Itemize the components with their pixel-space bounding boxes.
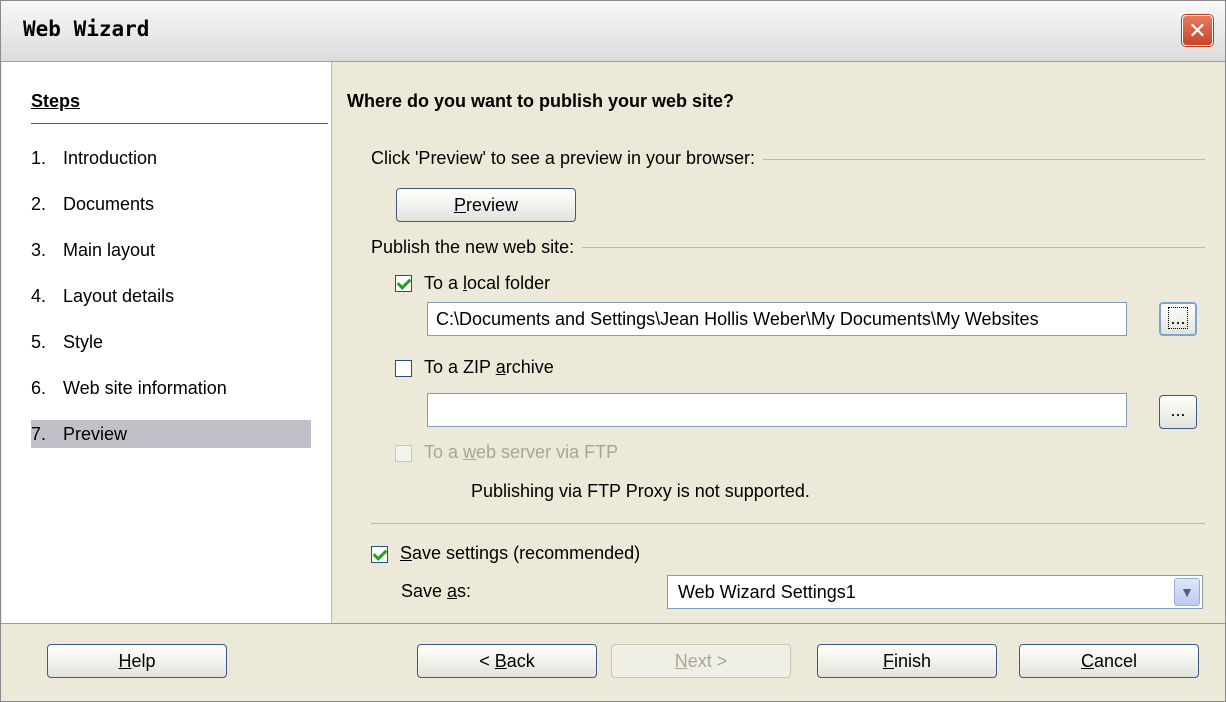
step-main-layout[interactable]: 3. Main layout: [31, 236, 311, 264]
step-number: 4.: [31, 286, 47, 306]
preview-button[interactable]: Preview: [396, 188, 576, 222]
step-number: 1.: [31, 148, 47, 168]
save-as-label: Save as:: [401, 581, 472, 601]
cancel-button[interactable]: Cancel: [1019, 644, 1199, 678]
step-label: Documents: [63, 194, 155, 214]
back-button[interactable]: < Back: [417, 644, 597, 678]
step-preview[interactable]: 7. Preview: [31, 420, 311, 448]
help-button[interactable]: Help: [47, 644, 227, 678]
ftp-label: To a web server via FTP: [424, 442, 619, 462]
step-label: Main layout: [63, 240, 156, 260]
zip-archive-browse-button[interactable]: ...: [1159, 395, 1197, 429]
close-icon[interactable]: ✕: [1182, 15, 1213, 46]
save-settings-checkbox[interactable]: [371, 546, 388, 563]
ftp-checkbox[interactable]: [395, 445, 412, 462]
local-folder-browse-button[interactable]: ...: [1159, 302, 1197, 336]
zip-archive-checkbox[interactable]: [395, 360, 412, 377]
step-label: Introduction: [63, 148, 158, 168]
save-as-value: Web Wizard Settings1: [678, 582, 856, 602]
save-settings-divider: [371, 523, 1205, 524]
step-number: 3.: [31, 240, 47, 260]
browse-label: ...: [1168, 307, 1188, 329]
save-as-select[interactable]: Web Wizard Settings1 ▼: [667, 575, 1203, 609]
step-label: Style: [63, 332, 104, 352]
step-introduction[interactable]: 1. Introduction: [31, 144, 311, 172]
step-number: 2.: [31, 194, 47, 214]
ftp-note: Publishing via FTP Proxy is not supporte…: [471, 481, 810, 501]
local-folder-path-input[interactable]: C:\Documents and Settings\Jean Hollis We…: [427, 302, 1127, 336]
step-web-site-information[interactable]: 6. Web site information: [31, 374, 311, 402]
step-label: Preview: [63, 424, 128, 444]
step-style[interactable]: 5. Style: [31, 328, 311, 356]
window-title: Web Wizard: [23, 17, 150, 41]
page-title: Where do you want to publish your web si…: [347, 91, 735, 111]
step-label: Web site information: [63, 378, 227, 398]
title-bar: Web Wizard ✕: [1, 1, 1225, 62]
next-button[interactable]: Next >: [611, 644, 791, 678]
step-number: 7.: [31, 424, 47, 444]
steps-title: Steps: [31, 91, 81, 111]
step-label: Layout details: [63, 286, 175, 306]
web-wizard-window: Web Wizard ✕ Steps 1. Introduction 2. Docu…: [0, 0, 1226, 702]
footer-divider: [1, 623, 1225, 624]
local-folder-checkbox[interactable]: [395, 275, 412, 292]
step-number: 6.: [31, 378, 47, 398]
step-number: 5.: [31, 332, 47, 352]
steps-divider: [31, 123, 328, 124]
step-documents[interactable]: 2. Documents: [31, 190, 311, 218]
zip-archive-path-input[interactable]: [427, 393, 1127, 427]
step-layout-details[interactable]: 4. Layout details: [31, 282, 311, 310]
zip-archive-label: To a ZIP archive: [424, 357, 554, 377]
finish-button[interactable]: Finish: [817, 644, 997, 678]
publish-section-label: Publish the new web site:: [371, 237, 583, 258]
local-folder-label: To a local folder: [424, 273, 551, 293]
preview-section-label: Click 'Preview' to see a preview in your…: [371, 148, 764, 169]
chevron-down-icon[interactable]: ▼: [1174, 578, 1200, 606]
save-settings-label: Save settings (recommended): [400, 543, 641, 563]
